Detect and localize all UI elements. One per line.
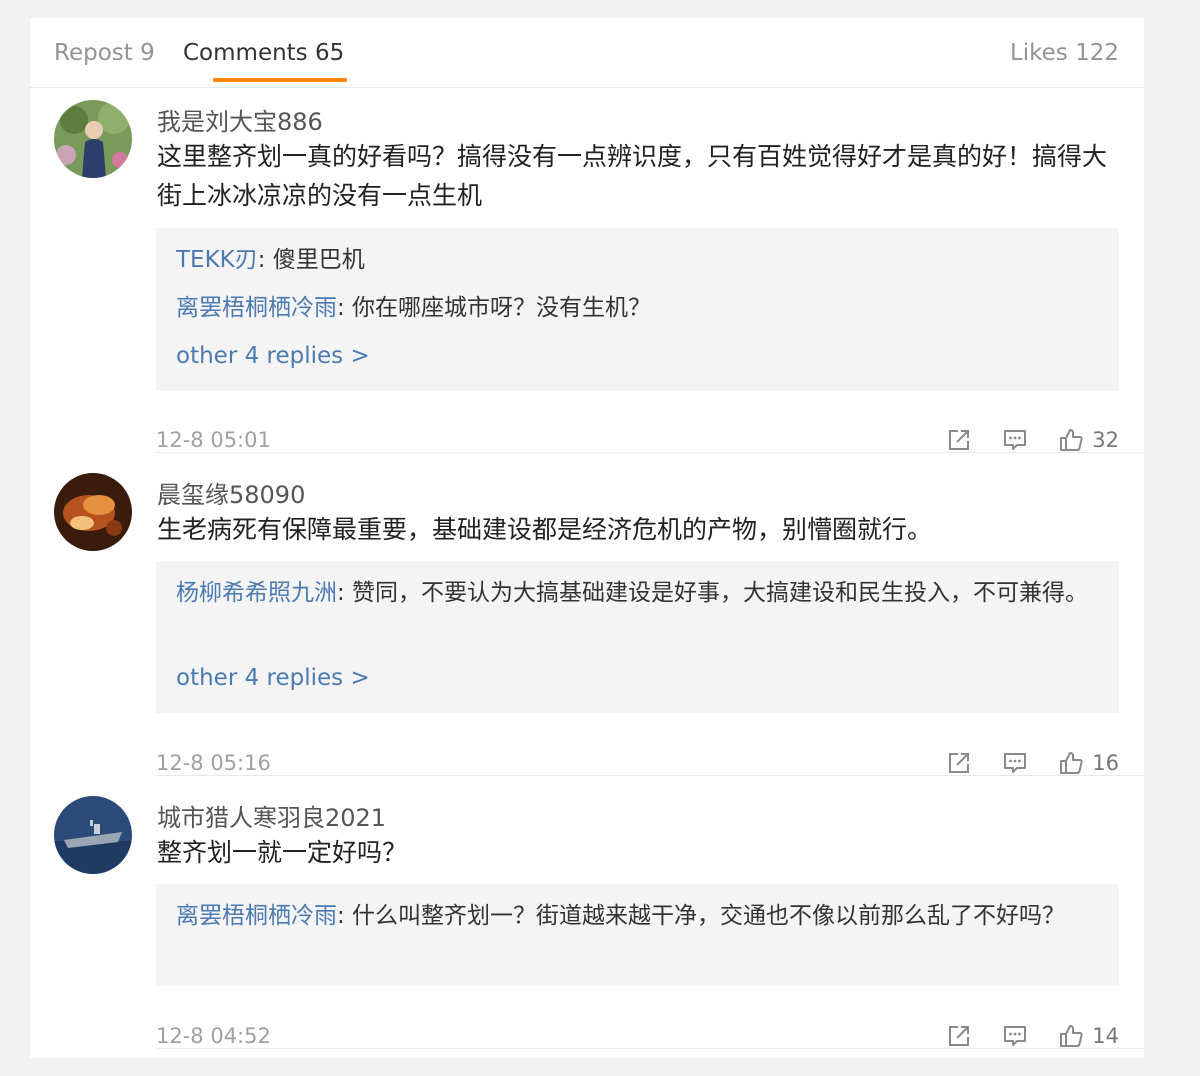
like-count: 16	[1092, 751, 1119, 775]
tab-comments[interactable]: Comments 65	[183, 40, 344, 66]
comment-actions: 14	[946, 1022, 1119, 1050]
share-icon[interactable]	[946, 1023, 972, 1049]
thumbs-up-icon[interactable]	[1058, 1023, 1084, 1049]
share-icon[interactable]	[946, 427, 972, 453]
reply-author[interactable]: TEKK刃	[176, 247, 258, 273]
comment-actions: 32	[946, 426, 1119, 454]
comment-actions: 16	[946, 749, 1119, 777]
comment-text: 整齐划一就一定好吗？	[157, 838, 408, 867]
comment-text: 生老病死有保障最重要，基础建设都是经济危机的产物，别懵圈就行。	[157, 515, 933, 544]
reply-box: 杨柳希希照九洲: 赞同，不要认为大搞基础建设是好事，大搞建设和民生投入，不可兼得…	[156, 561, 1119, 713]
reply-author[interactable]: 杨柳希希照九洲	[176, 580, 337, 606]
divider	[156, 452, 1144, 453]
avatar[interactable]	[54, 796, 132, 874]
reply-box: TEKK刃: 傻里巴机 离罢梧桐栖冷雨: 你在哪座城市呀？没有生机？ other…	[156, 228, 1119, 391]
tab-bar: Repost 9 Comments 65 Likes 122	[30, 18, 1144, 88]
reply-item: 离罢梧桐栖冷雨: 什么叫整齐划一？街道越来越干净，交通也不像以前那么乱了不好吗？	[176, 898, 1096, 935]
timestamp: 12-8 05:16	[156, 751, 271, 775]
timestamp: 12-8 05:01	[156, 428, 271, 452]
timestamp: 12-8 04:52	[156, 1024, 271, 1048]
reply-text: : 傻里巴机	[257, 247, 365, 273]
share-icon[interactable]	[946, 750, 972, 776]
comment-icon[interactable]	[1002, 427, 1028, 453]
reply-text: : 赞同，不要认为大搞基础建设是好事，大搞建设和民生投入，不可兼得。	[337, 580, 1089, 606]
reply-item: 离罢梧桐栖冷雨: 你在哪座城市呀？没有生机？	[176, 290, 1096, 327]
more-replies-link[interactable]: other 4 replies >	[176, 665, 370, 691]
avatar[interactable]	[54, 473, 132, 551]
username[interactable]: 城市猎人寒羽良2021	[157, 798, 386, 833]
reply-author[interactable]: 离罢梧桐栖冷雨	[176, 903, 337, 929]
comment-icon[interactable]	[1002, 1023, 1028, 1049]
active-tab-indicator	[213, 78, 347, 82]
comment-icon[interactable]	[1002, 750, 1028, 776]
like-count: 14	[1092, 1024, 1119, 1048]
divider	[156, 1048, 1144, 1049]
divider	[156, 775, 1144, 776]
top-strip	[0, 0, 1200, 18]
like-count: 32	[1092, 428, 1119, 452]
avatar[interactable]	[54, 100, 132, 178]
comment-text: 这里整齐划一真的好看吗？搞得没有一点辨识度，只有百姓觉得好才是真的好！搞得大街上…	[157, 142, 1108, 210]
reply-author[interactable]: 离罢梧桐栖冷雨	[176, 295, 337, 321]
username[interactable]: 我是刘大宝886	[157, 102, 323, 137]
username[interactable]: 晨玺缘58090	[157, 475, 305, 510]
reply-text: : 你在哪座城市呀？没有生机？	[337, 295, 652, 321]
tab-repost[interactable]: Repost 9	[54, 40, 155, 66]
reply-item: 杨柳希希照九洲: 赞同，不要认为大搞基础建设是好事，大搞建设和民生投入，不可兼得…	[176, 575, 1096, 612]
more-replies-link[interactable]: other 4 replies >	[176, 343, 370, 369]
thumbs-up-icon[interactable]	[1058, 750, 1084, 776]
reply-text: : 什么叫整齐划一？街道越来越干净，交通也不像以前那么乱了不好吗？	[337, 903, 1066, 929]
reply-item: TEKK刃: 傻里巴机	[176, 242, 1096, 279]
reply-box: 离罢梧桐栖冷雨: 什么叫整齐划一？街道越来越干净，交通也不像以前那么乱了不好吗？	[156, 884, 1119, 986]
thumbs-up-icon[interactable]	[1058, 427, 1084, 453]
comments-panel: Repost 9 Comments 65 Likes 122 我是刘大宝886 …	[30, 18, 1144, 1058]
tab-likes[interactable]: Likes 122	[1010, 40, 1119, 66]
